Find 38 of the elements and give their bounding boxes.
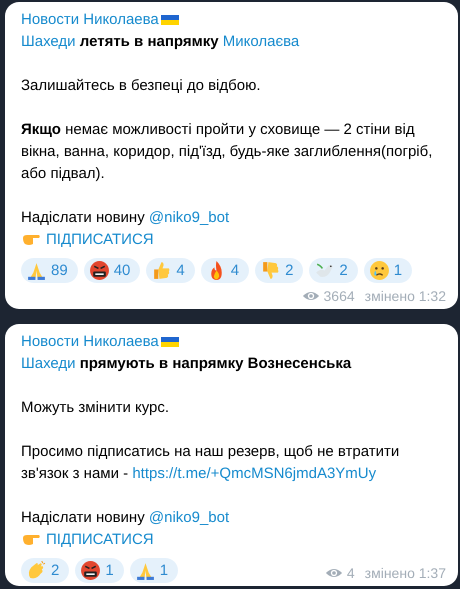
- reaction-button[interactable]: 1: [130, 558, 178, 583]
- reaction-button[interactable]: 1: [75, 558, 124, 583]
- reaction-button[interactable]: 40: [84, 258, 140, 283]
- link[interactable]: Шахеди: [21, 33, 76, 50]
- edited-time: змінено 1:37: [364, 564, 446, 583]
- link[interactable]: Миколаєва: [222, 33, 300, 50]
- views-count: 4: [346, 564, 355, 583]
- edited-time: змінено 1:32: [364, 287, 446, 306]
- message-text: Можуть змінити курс.: [21, 398, 170, 418]
- thumbs-down-icon: [260, 260, 282, 281]
- link[interactable]: ПІДПИСАТИСЯ: [46, 229, 154, 251]
- reaction-button[interactable]: 2: [255, 258, 304, 283]
- reaction-button[interactable]: 2: [309, 258, 358, 283]
- message-text: Шахеди летять в напрямку Миколаєва: [21, 32, 300, 52]
- crying-face-icon: [368, 260, 390, 281]
- message-text: Шахеди прямують в напрямку Вознесенська: [21, 354, 352, 374]
- message-text: Залишайтесь в безпеці до відбою.: [21, 76, 262, 96]
- channel-name[interactable]: Новости Николаева: [21, 331, 159, 353]
- message-text: Надіслати новину @niko9_bot: [21, 208, 230, 228]
- message-text: Якщо немає можливості пройти у сховище — 2 стіни від вікна, ванна, коридор, під'їзд, будь-яке заглиблення(погріб, або підвал).: [21, 120, 434, 184]
- link[interactable]: ПІДПИСАТИСЯ: [46, 529, 154, 551]
- link[interactable]: https://t.me/+QmcMSN6jmdA3YmUy: [132, 465, 376, 482]
- reaction-button[interactable]: 4: [146, 258, 195, 283]
- angry-face-icon: [80, 560, 102, 581]
- reaction-button[interactable]: 89: [21, 258, 78, 283]
- message-text: Надіслати новину @niko9_bot: [21, 508, 230, 528]
- link[interactable]: @niko9_bot: [148, 509, 230, 526]
- link[interactable]: @niko9_bot: [148, 209, 230, 226]
- link[interactable]: Шахеди: [21, 355, 76, 372]
- thumbs-up-icon: [151, 260, 172, 281]
- message-text: Просимо підписатись на наш резерв, щоб не втратити зв'язок з нами - https://t.me/+QmcMSN6jmdA3YmUy: [21, 442, 400, 484]
- clapping-hands-icon: [26, 560, 47, 581]
- reaction-button[interactable]: 4: [200, 258, 250, 283]
- channel-name[interactable]: Новости Николаева: [21, 9, 159, 31]
- angry-face-icon: [88, 260, 110, 281]
- reaction-button[interactable]: 2: [21, 558, 70, 583]
- views-count: 3664: [324, 287, 355, 306]
- reaction-button[interactable]: 1: [364, 258, 412, 283]
